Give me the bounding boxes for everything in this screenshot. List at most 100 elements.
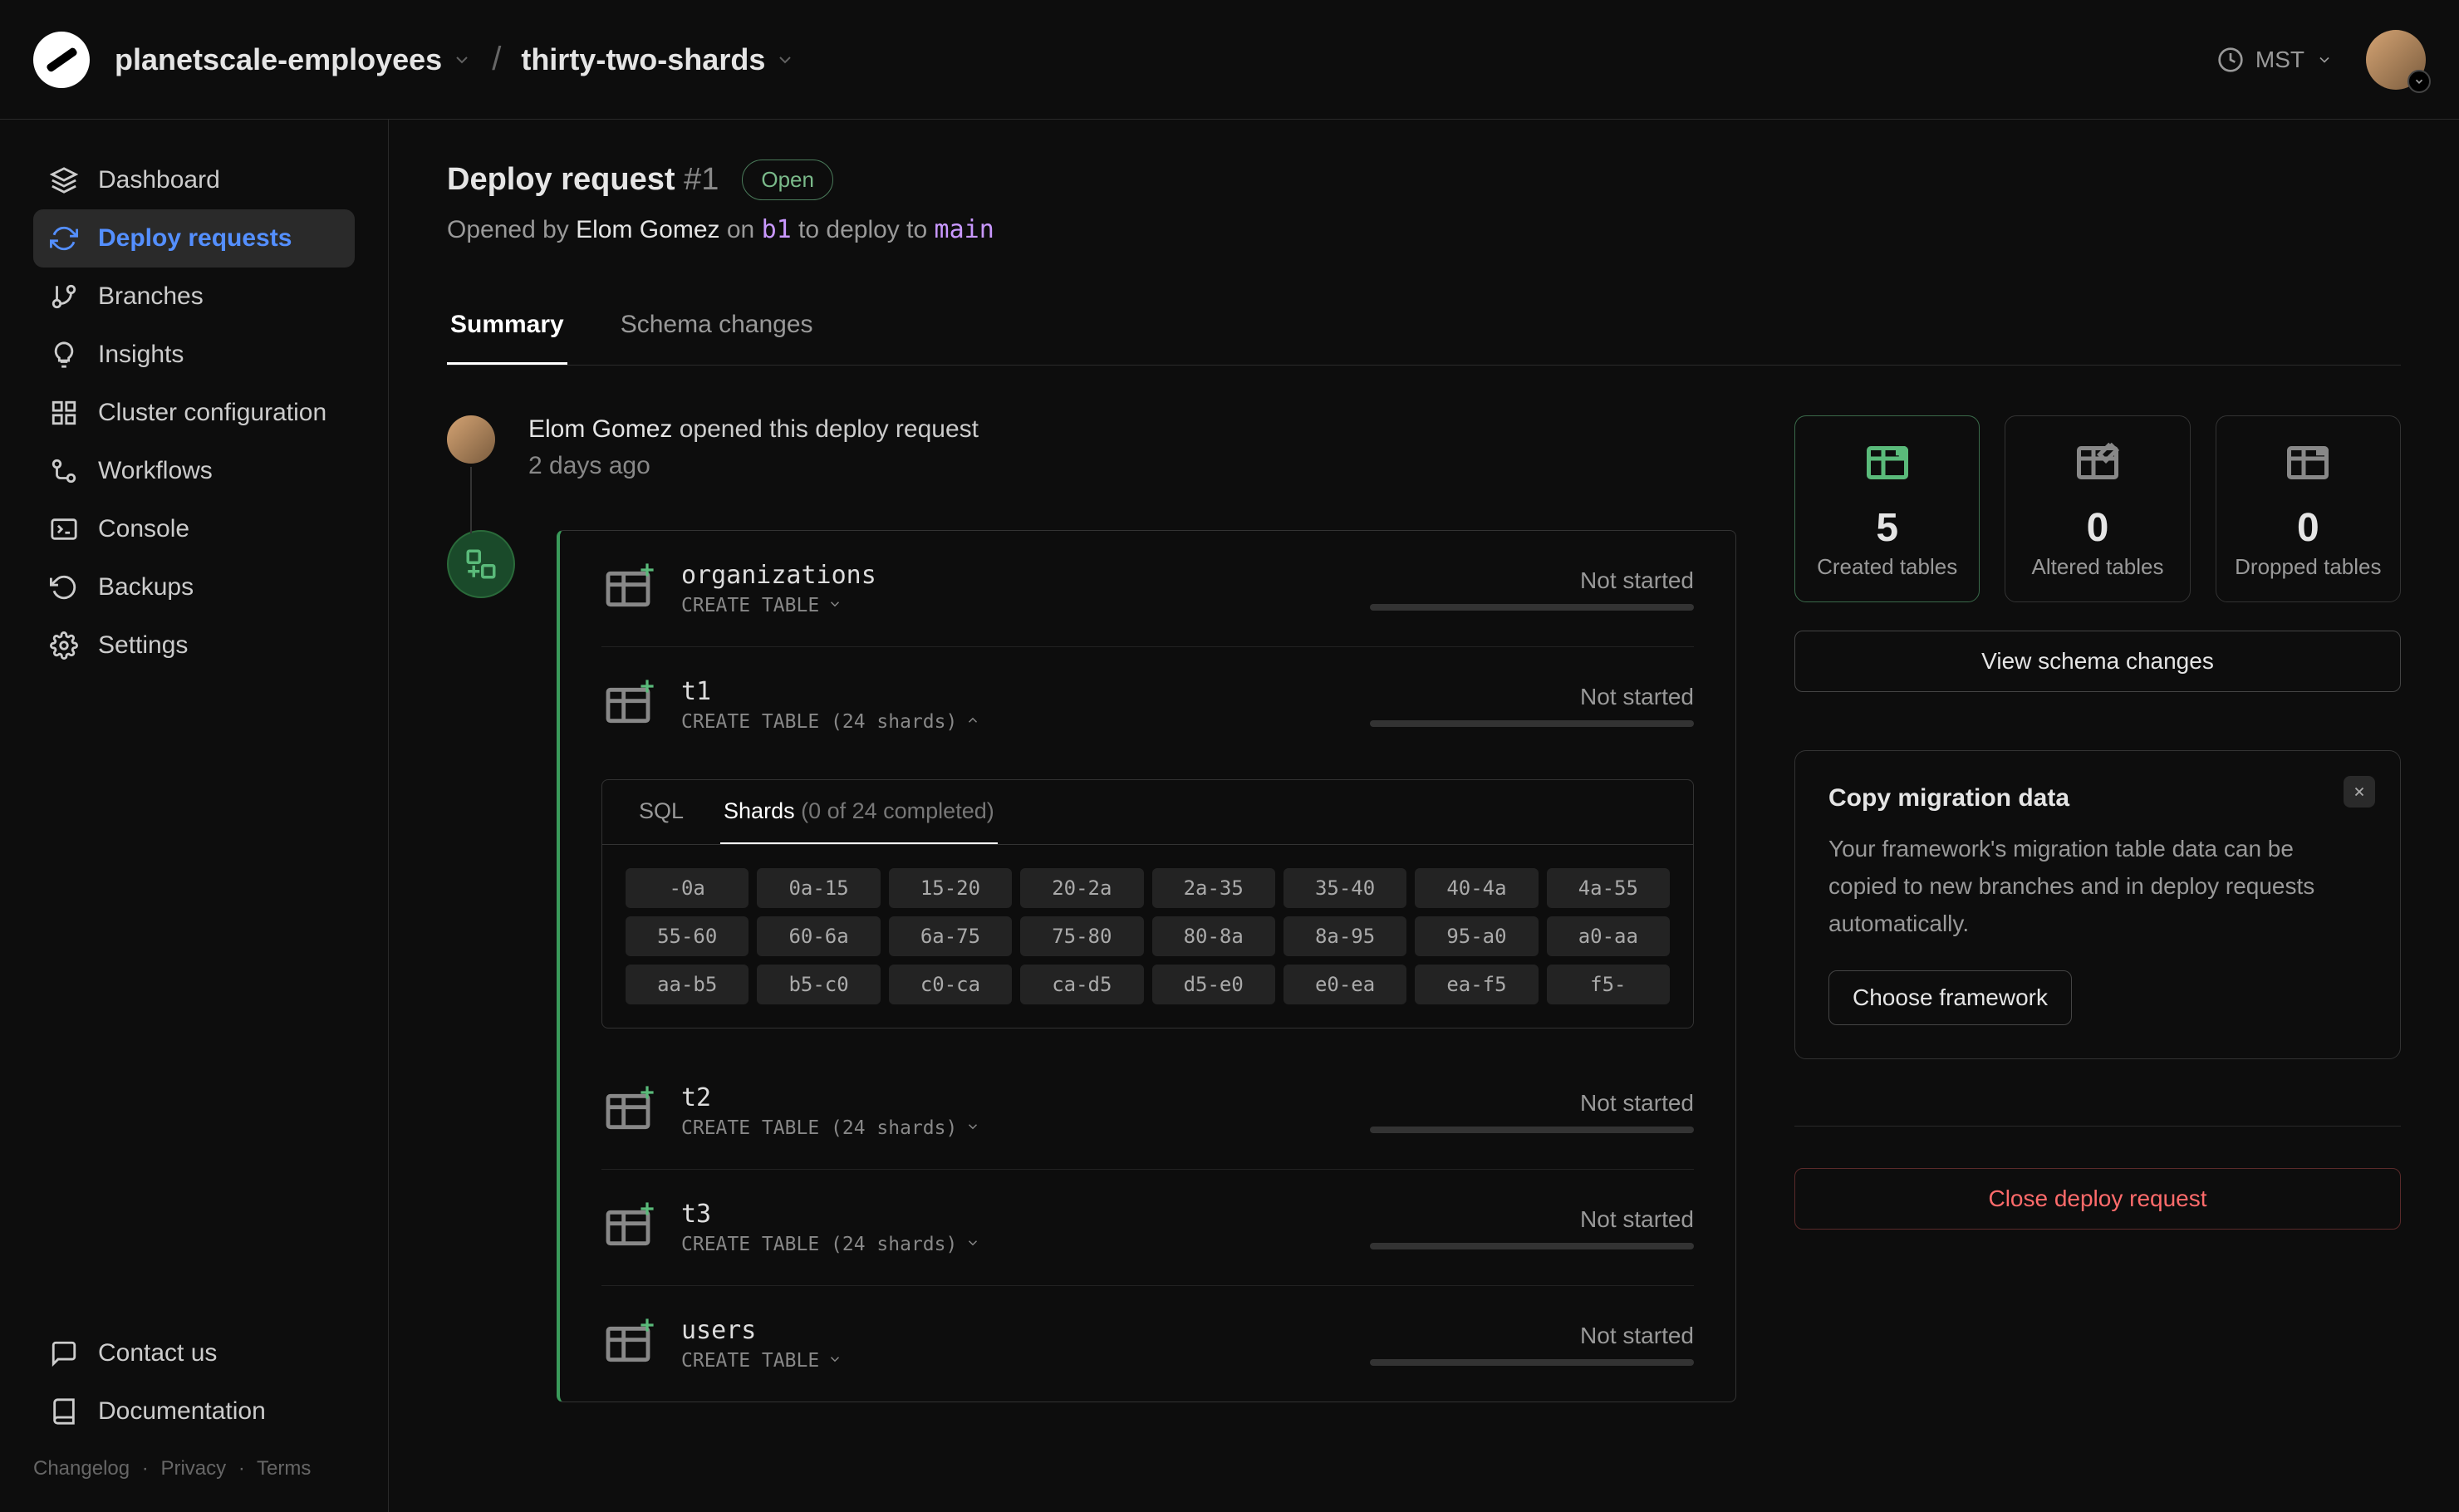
shard-item[interactable]: e0-ea bbox=[1283, 965, 1406, 1004]
shard-item[interactable]: d5-e0 bbox=[1152, 965, 1275, 1004]
table-subtitle: CREATE TABLE bbox=[681, 1350, 842, 1372]
shard-item[interactable]: -0a bbox=[626, 868, 748, 908]
sidebar-item-backups[interactable]: Backups bbox=[33, 558, 355, 616]
shard-item[interactable]: 4a-55 bbox=[1547, 868, 1670, 908]
table-row[interactable]: users CREATE TABLE Not started bbox=[601, 1285, 1694, 1402]
shard-item[interactable]: 95-a0 bbox=[1415, 916, 1538, 956]
event-description: Elom Gomez opened this deploy request bbox=[528, 415, 979, 444]
sidebar-item-settings[interactable]: Settings bbox=[33, 616, 355, 675]
close-deploy-request-button[interactable]: Close deploy request bbox=[1794, 1168, 2401, 1230]
sidebar-item-insights[interactable]: Insights bbox=[33, 326, 355, 384]
stat-altered-tables[interactable]: 0 Altered tables bbox=[2005, 415, 2190, 602]
table-row[interactable]: t3 CREATE TABLE (24 shards) Not started bbox=[601, 1169, 1694, 1285]
breadcrumb-separator: / bbox=[492, 41, 501, 78]
db-crumb[interactable]: thirty-two-shards bbox=[521, 42, 795, 77]
db-name: thirty-two-shards bbox=[521, 42, 765, 77]
shard-item[interactable]: ea-f5 bbox=[1415, 965, 1538, 1004]
shard-item[interactable]: aa-b5 bbox=[626, 965, 748, 1004]
table-created-icon bbox=[601, 1318, 655, 1371]
grid-icon bbox=[50, 399, 78, 427]
branch-to[interactable]: main bbox=[935, 215, 994, 244]
shard-item[interactable]: 20-2a bbox=[1020, 868, 1143, 908]
table-name: users bbox=[681, 1316, 842, 1345]
shard-item[interactable]: 75-80 bbox=[1020, 916, 1143, 956]
shard-item[interactable]: c0-ca bbox=[889, 965, 1012, 1004]
close-icon bbox=[2352, 784, 2367, 799]
shard-item[interactable]: 15-20 bbox=[889, 868, 1012, 908]
table-row[interactable]: t1 CREATE TABLE (24 shards) Not started bbox=[601, 646, 1694, 763]
author-link[interactable]: Elom Gomez bbox=[576, 216, 719, 243]
table-subtitle: CREATE TABLE (24 shards) bbox=[681, 1117, 980, 1139]
table-created-icon bbox=[601, 562, 655, 616]
changelog-link[interactable]: Changelog bbox=[33, 1457, 130, 1480]
event-user-link[interactable]: Elom Gomez bbox=[528, 415, 672, 443]
shard-item[interactable]: 55-60 bbox=[626, 916, 748, 956]
terms-link[interactable]: Terms bbox=[257, 1457, 311, 1480]
layers-icon bbox=[50, 166, 78, 194]
clock-icon bbox=[2217, 47, 2244, 73]
sidebar-item-workflows[interactable]: Workflows bbox=[33, 442, 355, 500]
table-status: Not started bbox=[1370, 1323, 1694, 1349]
chevron-down-icon bbox=[827, 1350, 842, 1372]
table-status: Not started bbox=[1370, 567, 1694, 594]
table-name: organizations bbox=[681, 561, 876, 590]
shard-item[interactable]: a0-aa bbox=[1547, 916, 1670, 956]
shard-item[interactable]: f5- bbox=[1547, 965, 1670, 1004]
tab-summary[interactable]: Summary bbox=[447, 287, 567, 365]
shard-item[interactable]: 6a-75 bbox=[889, 916, 1012, 956]
choose-framework-button[interactable]: Choose framework bbox=[1828, 970, 2072, 1025]
table-row[interactable]: organizations CREATE TABLE Not started bbox=[601, 531, 1694, 646]
table-name: t1 bbox=[681, 677, 980, 706]
shard-tab-shards[interactable]: Shards (0 of 24 completed) bbox=[720, 780, 998, 844]
chevron-down-icon bbox=[452, 50, 472, 70]
shard-item[interactable]: 8a-95 bbox=[1283, 916, 1406, 956]
progress-bar bbox=[1370, 1127, 1694, 1133]
shard-item[interactable]: b5-c0 bbox=[757, 965, 880, 1004]
table-created-icon bbox=[601, 679, 655, 732]
user-avatar[interactable] bbox=[2366, 30, 2426, 90]
stat-dropped-tables[interactable]: 0 Dropped tables bbox=[2216, 415, 2401, 602]
chat-icon bbox=[50, 1339, 78, 1367]
sidebar-item-console[interactable]: Console bbox=[33, 500, 355, 558]
shard-item[interactable]: 2a-35 bbox=[1152, 868, 1275, 908]
view-schema-changes-button[interactable]: View schema changes bbox=[1794, 631, 2401, 692]
table-name: t2 bbox=[681, 1083, 980, 1112]
shard-tab-sql[interactable]: SQL bbox=[636, 780, 687, 844]
workflow-icon bbox=[50, 457, 78, 485]
table-subtitle: CREATE TABLE (24 shards) bbox=[681, 711, 980, 733]
shard-item[interactable]: 0a-15 bbox=[757, 868, 880, 908]
close-card-button[interactable] bbox=[2344, 776, 2375, 808]
timezone-selector[interactable]: MST bbox=[2217, 47, 2333, 73]
table-status: Not started bbox=[1370, 684, 1694, 710]
progress-bar bbox=[1370, 1243, 1694, 1249]
sidebar-item-branches[interactable]: Branches bbox=[33, 268, 355, 326]
chevron-down-icon bbox=[965, 1117, 980, 1139]
shard-item[interactable]: 80-8a bbox=[1152, 916, 1275, 956]
tab-schema-changes[interactable]: Schema changes bbox=[617, 287, 817, 365]
branch-from[interactable]: b1 bbox=[762, 215, 792, 244]
shard-item[interactable]: 35-40 bbox=[1283, 868, 1406, 908]
chevron-down-icon bbox=[2316, 52, 2333, 68]
stat-created-tables[interactable]: 5 Created tables bbox=[1794, 415, 1980, 602]
logo[interactable] bbox=[33, 32, 90, 88]
table-status: Not started bbox=[1370, 1206, 1694, 1233]
timezone-label: MST bbox=[2255, 47, 2304, 73]
table-created-icon bbox=[1863, 438, 1912, 488]
sidebar-item-deploy-requests[interactable]: Deploy requests bbox=[33, 209, 355, 268]
shard-item[interactable]: ca-d5 bbox=[1020, 965, 1143, 1004]
contact-us-link[interactable]: Contact us bbox=[33, 1324, 355, 1382]
shard-item[interactable]: 60-6a bbox=[757, 916, 880, 956]
table-row[interactable]: t2 CREATE TABLE (24 shards) Not started bbox=[601, 1053, 1694, 1169]
org-name: planetscale-employees bbox=[115, 42, 442, 77]
sidebar-item-cluster-config[interactable]: Cluster configuration bbox=[33, 384, 355, 442]
migration-data-card: Copy migration data Your framework's mig… bbox=[1794, 750, 2401, 1059]
documentation-link[interactable]: Documentation bbox=[33, 1382, 355, 1441]
table-created-icon bbox=[601, 1085, 655, 1138]
terminal-icon bbox=[50, 515, 78, 543]
privacy-link[interactable]: Privacy bbox=[160, 1457, 226, 1480]
diff-panel: organizations CREATE TABLE Not started t… bbox=[557, 530, 1736, 1402]
sidebar-item-dashboard[interactable]: Dashboard bbox=[33, 151, 355, 209]
org-crumb[interactable]: planetscale-employees bbox=[115, 42, 472, 77]
page-subtitle: Opened by Elom Gomez on b1 to deploy to … bbox=[447, 215, 2401, 244]
shard-item[interactable]: 40-4a bbox=[1415, 868, 1538, 908]
